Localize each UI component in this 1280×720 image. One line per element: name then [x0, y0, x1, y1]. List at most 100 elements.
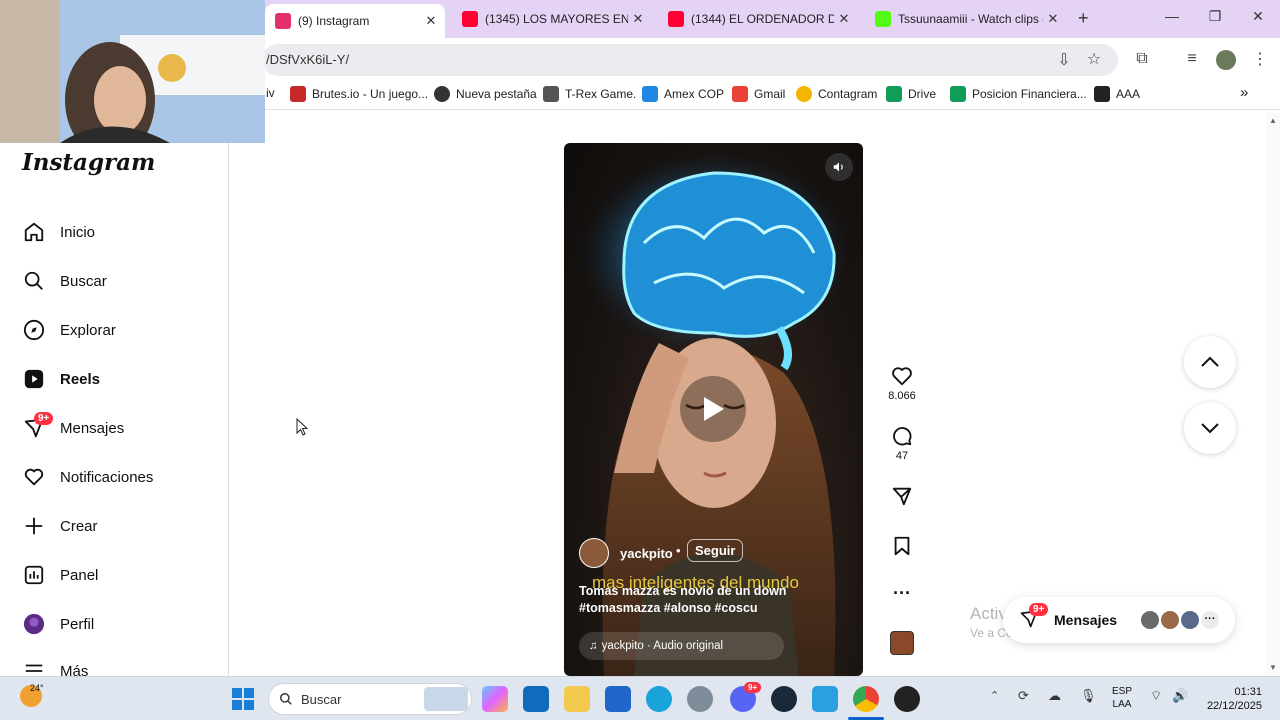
chrome-menu-icon[interactable]: ⋮: [1248, 49, 1272, 69]
audio-thumbnail[interactable]: [890, 631, 914, 655]
previous-reel-button[interactable]: [1184, 336, 1236, 388]
edge-icon[interactable]: [646, 686, 672, 712]
audio-chip[interactable]: ♫ yackpito · Audio original: [579, 632, 784, 660]
heart-icon: [22, 465, 46, 489]
more-options-icon[interactable]: ···: [880, 583, 924, 604]
bookmark-star-icon[interactable]: ☆: [1082, 49, 1106, 69]
avatar-icon: [22, 612, 46, 636]
nav-inicio[interactable]: Inicio: [22, 214, 212, 250]
nav-label: Buscar: [60, 272, 107, 290]
show-hidden-icons-icon[interactable]: ⌃: [990, 689, 999, 702]
save-button[interactable]: [880, 535, 924, 560]
microphone-icon[interactable]: 🎙: [1080, 688, 1097, 704]
search-highlight-image: [424, 687, 468, 711]
wifi-icon[interactable]: ⌔: [1150, 688, 1162, 704]
compass-icon: [22, 318, 46, 342]
bookmark-truncated[interactable]: iv: [266, 86, 275, 100]
app-f-icon[interactable]: [812, 686, 838, 712]
cloud-icon[interactable]: ☁: [1048, 688, 1061, 704]
reel-video[interactable]: yackpito • Seguir mas inteligentes del m…: [564, 143, 863, 676]
reels-icon: [22, 367, 46, 391]
steam-icon[interactable]: [771, 686, 797, 712]
tab-title: (1345) LOS MAYORES ENFAD: [485, 12, 628, 26]
bookmark-item[interactable]: T-Rex Game.: [543, 86, 636, 102]
tab-youtube-1[interactable]: (1345) LOS MAYORES ENFAD ✕: [452, 4, 652, 34]
plus-icon: [22, 514, 46, 538]
volume-icon[interactable]: [825, 153, 853, 181]
share-button[interactable]: [880, 485, 924, 510]
tab-youtube-2[interactable]: (1344) EL ORDENADOR DEFI ✕: [658, 4, 858, 34]
install-app-icon[interactable]: ⇩: [1052, 50, 1076, 70]
nav-label: Crear: [60, 517, 98, 535]
nav-buscar[interactable]: Buscar: [22, 263, 212, 299]
follow-button[interactable]: Seguir: [687, 539, 744, 562]
contagram-icon: [796, 86, 812, 102]
play-button[interactable]: [680, 376, 746, 442]
reel-hashtags[interactable]: #tomasmazza #alonso #coscu: [579, 601, 758, 615]
nav-label: Inicio: [60, 223, 96, 241]
instagram-logo[interactable]: Instagram: [22, 149, 155, 176]
bookmark-item[interactable]: Posicion Financiera...: [950, 86, 1087, 102]
copilot-icon[interactable]: [482, 686, 508, 712]
chrome-icon[interactable]: [853, 686, 879, 712]
address-bar[interactable]: /DSfVxK6iL-Y/ ⇩ ☆: [262, 44, 1118, 76]
close-tab-icon[interactable]: ✕: [421, 13, 441, 29]
start-button[interactable]: [232, 688, 254, 715]
reel-caption: Tomas mazza es novio de un down: [579, 584, 787, 598]
avatar: [1159, 609, 1181, 631]
next-reel-button[interactable]: [1184, 402, 1236, 454]
nav-mensajes[interactable]: Mensajes 9+: [22, 410, 212, 446]
bookmark-item[interactable]: Contagram: [796, 86, 877, 102]
store-icon[interactable]: [605, 686, 631, 712]
media-control-icon[interactable]: ≡: [1180, 50, 1204, 68]
maximize-icon[interactable]: ❐: [1195, 8, 1235, 25]
scroll-up-arrow-icon[interactable]: ▲: [1269, 116, 1277, 125]
profile-avatar-icon[interactable]: [1216, 50, 1236, 70]
nav-panel[interactable]: Panel: [22, 557, 212, 593]
comment-button[interactable]: 47: [880, 425, 924, 462]
bookmark-item[interactable]: Nueva pestaña: [434, 86, 537, 102]
nav-reels[interactable]: Reels: [22, 361, 212, 397]
brutes-icon: [290, 86, 306, 102]
windows-logo-icon: [232, 688, 254, 710]
new-tab-button[interactable]: +: [1078, 8, 1089, 29]
nav-label: Panel: [60, 566, 99, 584]
nav-explorar[interactable]: Explorar: [22, 312, 212, 348]
bookmark-item[interactable]: Drive: [886, 86, 936, 102]
globe-icon: [434, 86, 450, 102]
extensions-icon[interactable]: ⧉: [1130, 50, 1154, 68]
settings-gear-icon[interactable]: [687, 686, 713, 712]
sync-icon[interactable]: ⟳: [1018, 688, 1029, 704]
nav-crear[interactable]: Crear: [22, 508, 212, 544]
close-tab-icon[interactable]: ✕: [834, 11, 854, 27]
nav-perfil[interactable]: Perfil: [22, 606, 212, 642]
bookmark-item[interactable]: Gmail: [732, 86, 785, 102]
system-clock[interactable]: 01:31 22/12/2025: [1204, 685, 1262, 713]
messages-pill[interactable]: 9+ Mensajes ···: [1003, 597, 1235, 643]
creator-avatar[interactable]: [579, 538, 609, 568]
app-icon[interactable]: [894, 686, 920, 712]
nav-notificaciones[interactable]: Notificaciones: [22, 459, 212, 495]
close-tab-icon[interactable]: ✕: [1043, 11, 1063, 27]
creator-username[interactable]: yackpito: [620, 546, 673, 561]
bookmark-item[interactable]: AAA: [1094, 86, 1140, 102]
close-tab-icon[interactable]: ✕: [628, 11, 648, 27]
scroll-down-arrow-icon[interactable]: ▼: [1269, 663, 1277, 672]
minimize-icon[interactable]: —: [1152, 8, 1192, 24]
more-bookmarks-icon[interactable]: »: [1240, 84, 1248, 101]
outlook-icon[interactable]: [523, 686, 549, 712]
bookmark-item[interactable]: Brutes.io - Un juego...: [290, 86, 428, 102]
tab-kick[interactable]: Tssuunaamiii - Watch clips o ✕: [865, 4, 1067, 34]
audio-label: yackpito · Audio original: [601, 640, 724, 652]
like-button[interactable]: 8.066: [880, 365, 924, 402]
tab-instagram[interactable]: (9) Instagram ✕: [265, 4, 445, 38]
taskbar-search[interactable]: Buscar: [268, 683, 472, 715]
page-scrollbar[interactable]: ▲ ▼: [1266, 113, 1280, 675]
webcam-image: [0, 0, 265, 143]
bookmark-item[interactable]: Amex COP: [642, 86, 724, 102]
send-icon: [892, 487, 912, 506]
input-language[interactable]: ESP LAA: [1112, 685, 1132, 711]
volume-icon[interactable]: 🔊: [1172, 688, 1188, 704]
file-explorer-icon[interactable]: [564, 686, 590, 712]
window-close-icon[interactable]: ✕: [1238, 8, 1278, 25]
